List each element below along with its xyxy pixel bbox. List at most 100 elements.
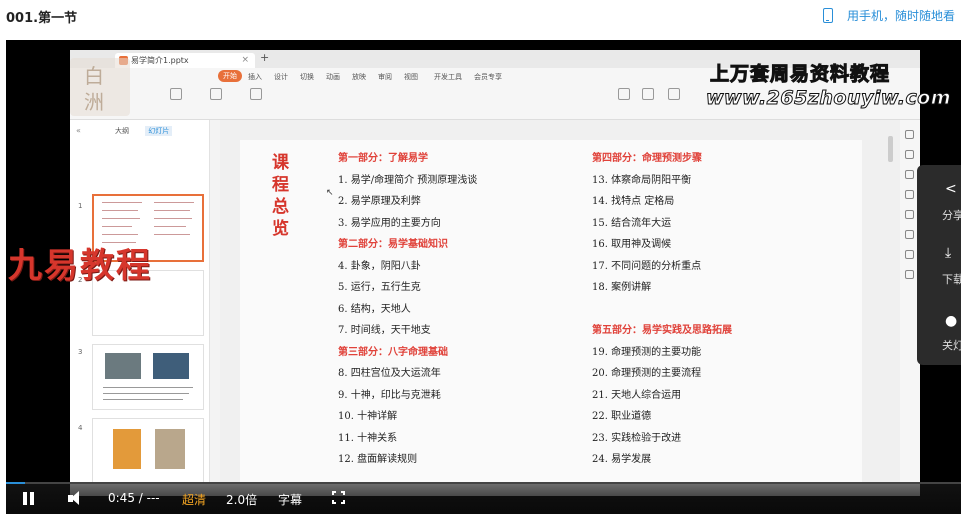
outline-item: 18. 案例讲解 (592, 282, 652, 293)
progress-fill (6, 482, 26, 484)
pause-button[interactable] (23, 492, 35, 505)
fullscreen-corner (332, 500, 336, 504)
progress-bar[interactable] (6, 482, 961, 484)
outline-item: 4. 卦象，阴阳八卦 (338, 260, 421, 272)
outline-item: 12. 盘面解读规则 (338, 454, 418, 465)
phone-icon (822, 8, 833, 23)
ribbon-tab: 动画 (326, 73, 340, 81)
thumb-number: 3 (78, 348, 83, 356)
panel-tab-outline: 大纲 (115, 127, 129, 135)
thumb-number: 4 (78, 424, 83, 432)
fullscreen-corner (332, 491, 336, 495)
watermark-logo-char: 白 (84, 64, 104, 88)
outline-item: 3. 易学应用的主要方向 (338, 217, 441, 229)
thumb-number: 1 (78, 202, 83, 210)
slide-title-char: 览 (272, 219, 289, 239)
mobile-link-label: 用手机，随时随地看 (846, 9, 955, 23)
new-slide-icon (210, 88, 222, 100)
time-display: 0:45 / --- (108, 491, 160, 505)
quality-button[interactable]: 超清 (182, 491, 206, 508)
download-label: 下载 (942, 273, 961, 286)
ribbon-tab: 切换 (300, 73, 314, 81)
outline-item: 14. 找特点 定格局 (592, 196, 675, 207)
thumb-text-line (154, 226, 186, 227)
layout-icon (250, 88, 262, 100)
outline-item: 7. 时间线，天干地支 (338, 325, 431, 336)
slide-thumbnail-4 (92, 418, 204, 484)
outline-item: 19. 命理预测的主要功能 (592, 346, 702, 358)
watermark-logo: 白 洲 (70, 58, 140, 116)
outline-item: 8. 四柱宫位及大运流年 (338, 368, 441, 379)
subtitle-button[interactable]: 字幕 (278, 491, 302, 508)
download-icon: ⤓ (945, 245, 952, 261)
outline-item: 23. 实践检验于改进 (592, 432, 682, 444)
slide-thumbnail-panel: « 大纲 幻灯片 1 2 3 4 (70, 120, 210, 490)
light-off-label: 关灯 (942, 339, 961, 352)
ribbon-tab: 开始 (218, 70, 242, 82)
thumb-image (155, 429, 185, 469)
shape-icon (642, 88, 654, 100)
collapse-panel-icon: « (76, 126, 81, 135)
section-heading: 第四部分：命理预测步骤 (592, 153, 702, 164)
slide-title-char: 程 (272, 175, 289, 195)
speed-button[interactable]: 2.0倍 (226, 491, 257, 508)
outline-item: 5. 运行，五行生克 (338, 282, 421, 293)
course-outline-right: 第四部分：命理预测步骤 13. 体察命局阴阳平衡 14. 找特点 定格局 15. 结合… (592, 148, 732, 471)
section-heading: 第三部分：八字命理基础 (338, 346, 448, 358)
panel-tabs: 大纲 幻灯片 (115, 126, 186, 136)
play-slide-icon (170, 88, 182, 100)
thumb-text-line (102, 210, 138, 211)
picture-icon (668, 88, 680, 100)
outline-item: 24. 易学发展 (592, 454, 652, 465)
fullscreen-icon[interactable] (332, 491, 345, 504)
tool-icon (905, 230, 914, 239)
section-heading: 第五部分：易学实践及思路拓展 (592, 325, 732, 336)
ribbon-tab: 放映 (352, 73, 366, 81)
outline-item: 20. 命理预测的主要流程 (592, 368, 702, 379)
tool-icon (905, 190, 914, 199)
share-icon: < (945, 181, 957, 197)
thumb-image (153, 353, 189, 379)
slide-canvas: 课 程 总 览 ↖ 第一部分：了解易学 1. 易学/命理简介 预测原理浅谈 2. 易… (240, 140, 862, 490)
slide-title-char: 总 (272, 197, 289, 217)
bulb-icon: ● (945, 313, 958, 329)
section-heading: 第一部分：了解易学 (338, 153, 428, 164)
thumb-text-line (102, 202, 142, 203)
ribbon-tab: 审阅 (378, 73, 392, 81)
slide-title: 课 程 总 览 (272, 152, 294, 240)
outline-item: 15. 结合流年大运 (592, 217, 672, 229)
outline-item: 17. 不同问题的分析重点 (592, 260, 702, 272)
outline-item: 16. 取用神及调候 (592, 239, 672, 250)
outline-item: 2. 易学原理及利弊 (338, 196, 421, 207)
tool-icon (905, 270, 914, 279)
slide-title-char: 课 (272, 153, 289, 173)
watermark-title: 上万套周易资料教程 (709, 63, 891, 86)
ribbon-tab: 会员专享 (474, 73, 502, 81)
panel-tab-slides: 幻灯片 (145, 126, 173, 136)
tool-icon (905, 170, 914, 179)
thumb-text-line (103, 387, 193, 388)
tool-icon (905, 130, 914, 139)
slide-scrollbar (888, 136, 893, 162)
mobile-watch-link[interactable]: 用手机，随时随地看 (822, 7, 955, 24)
thumb-text-line (103, 393, 189, 394)
outline-item: 10. 十神详解 (338, 411, 398, 422)
fullscreen-corner (341, 491, 345, 495)
thumb-image (113, 429, 141, 469)
brand-watermark: 九易教程 (8, 246, 152, 286)
ribbon-tab: 开发工具 (434, 73, 462, 81)
textbox-icon (618, 88, 630, 100)
video-player[interactable]: 易学简介1.pptx × + 开始 插入 设计 切换 动画 放映 审阅 视图 开… (6, 40, 961, 514)
slide-thumbnail-3 (92, 344, 204, 410)
watermark-logo-char: 洲 (84, 90, 104, 114)
ribbon-tab: 插入 (248, 73, 262, 81)
player-controls: 0:45 / --- 超清 2.0倍 字幕 (6, 482, 961, 514)
outline-item: 21. 天地人综合运用 (592, 389, 682, 401)
tool-icon (905, 250, 914, 259)
tool-icon (905, 150, 914, 159)
mouse-cursor-icon: ↖ (326, 188, 334, 198)
volume-icon[interactable] (68, 491, 84, 506)
volume-icon-cone (71, 491, 79, 505)
thumb-text-line (103, 399, 183, 400)
